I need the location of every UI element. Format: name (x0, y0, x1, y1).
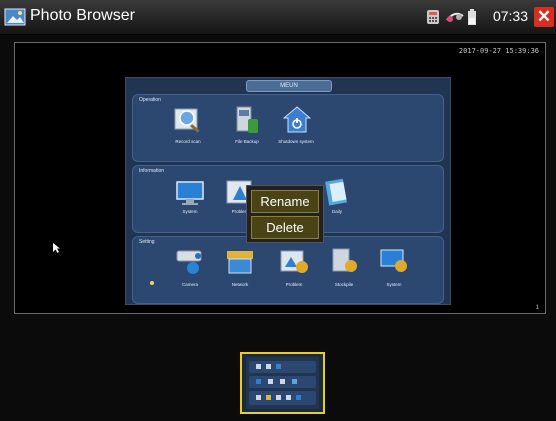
status-area: 07:33 ✕ (426, 5, 556, 29)
app-title: Photo Browser (30, 7, 135, 24)
section-label: Information (139, 168, 165, 174)
system-settings-icon (380, 249, 407, 272)
clock-time: 07:33 (492, 8, 528, 24)
menu-title: MEUN (246, 80, 332, 92)
photo-timestamp: 2017-09-27 15:39:36 (458, 47, 539, 55)
section-label: Setting (139, 239, 155, 245)
section-setting: Setting Camera Network Problem Stockpile… (132, 236, 444, 304)
thumbnail-preview-icon (246, 357, 319, 409)
mouse-cursor-icon (53, 243, 60, 253)
section-label: Operation (139, 97, 161, 103)
item-label: Network (231, 282, 249, 287)
title-bar: Photo Browser 07:33 ✕ (0, 0, 556, 35)
problem-settings-icon (280, 250, 308, 273)
daily-log-icon (325, 178, 347, 206)
calculator-icon (427, 10, 439, 24)
photo-viewer[interactable]: 2017-09-27 15:39:36 1 MEUN Operation Rec… (14, 42, 546, 314)
item-label: Record scan (175, 139, 201, 144)
record-scan-icon (174, 108, 200, 133)
item-label: System (386, 282, 402, 287)
rename-button[interactable]: Rename (251, 190, 319, 213)
network-settings-icon (227, 251, 253, 274)
delete-button[interactable]: Delete (251, 216, 319, 239)
thumbnail-selected[interactable] (240, 352, 325, 414)
context-menu: Rename Delete (246, 185, 324, 243)
network-icon (446, 12, 464, 22)
camera-icon (176, 250, 202, 274)
battery-icon (468, 9, 476, 25)
close-button[interactable]: ✕ (534, 7, 554, 27)
photo-browser-icon (4, 8, 26, 26)
item-label: Shutdown system (278, 139, 314, 144)
system-monitor-icon (176, 181, 204, 205)
section-operation: Operation Record scan File Backup Shutdo… (132, 94, 444, 162)
file-backup-icon (236, 106, 258, 133)
stockpile-icon (332, 248, 357, 272)
page-number: 1 (535, 305, 539, 311)
shutdown-system-icon (283, 106, 311, 133)
sparkle-dot-icon (150, 281, 154, 285)
